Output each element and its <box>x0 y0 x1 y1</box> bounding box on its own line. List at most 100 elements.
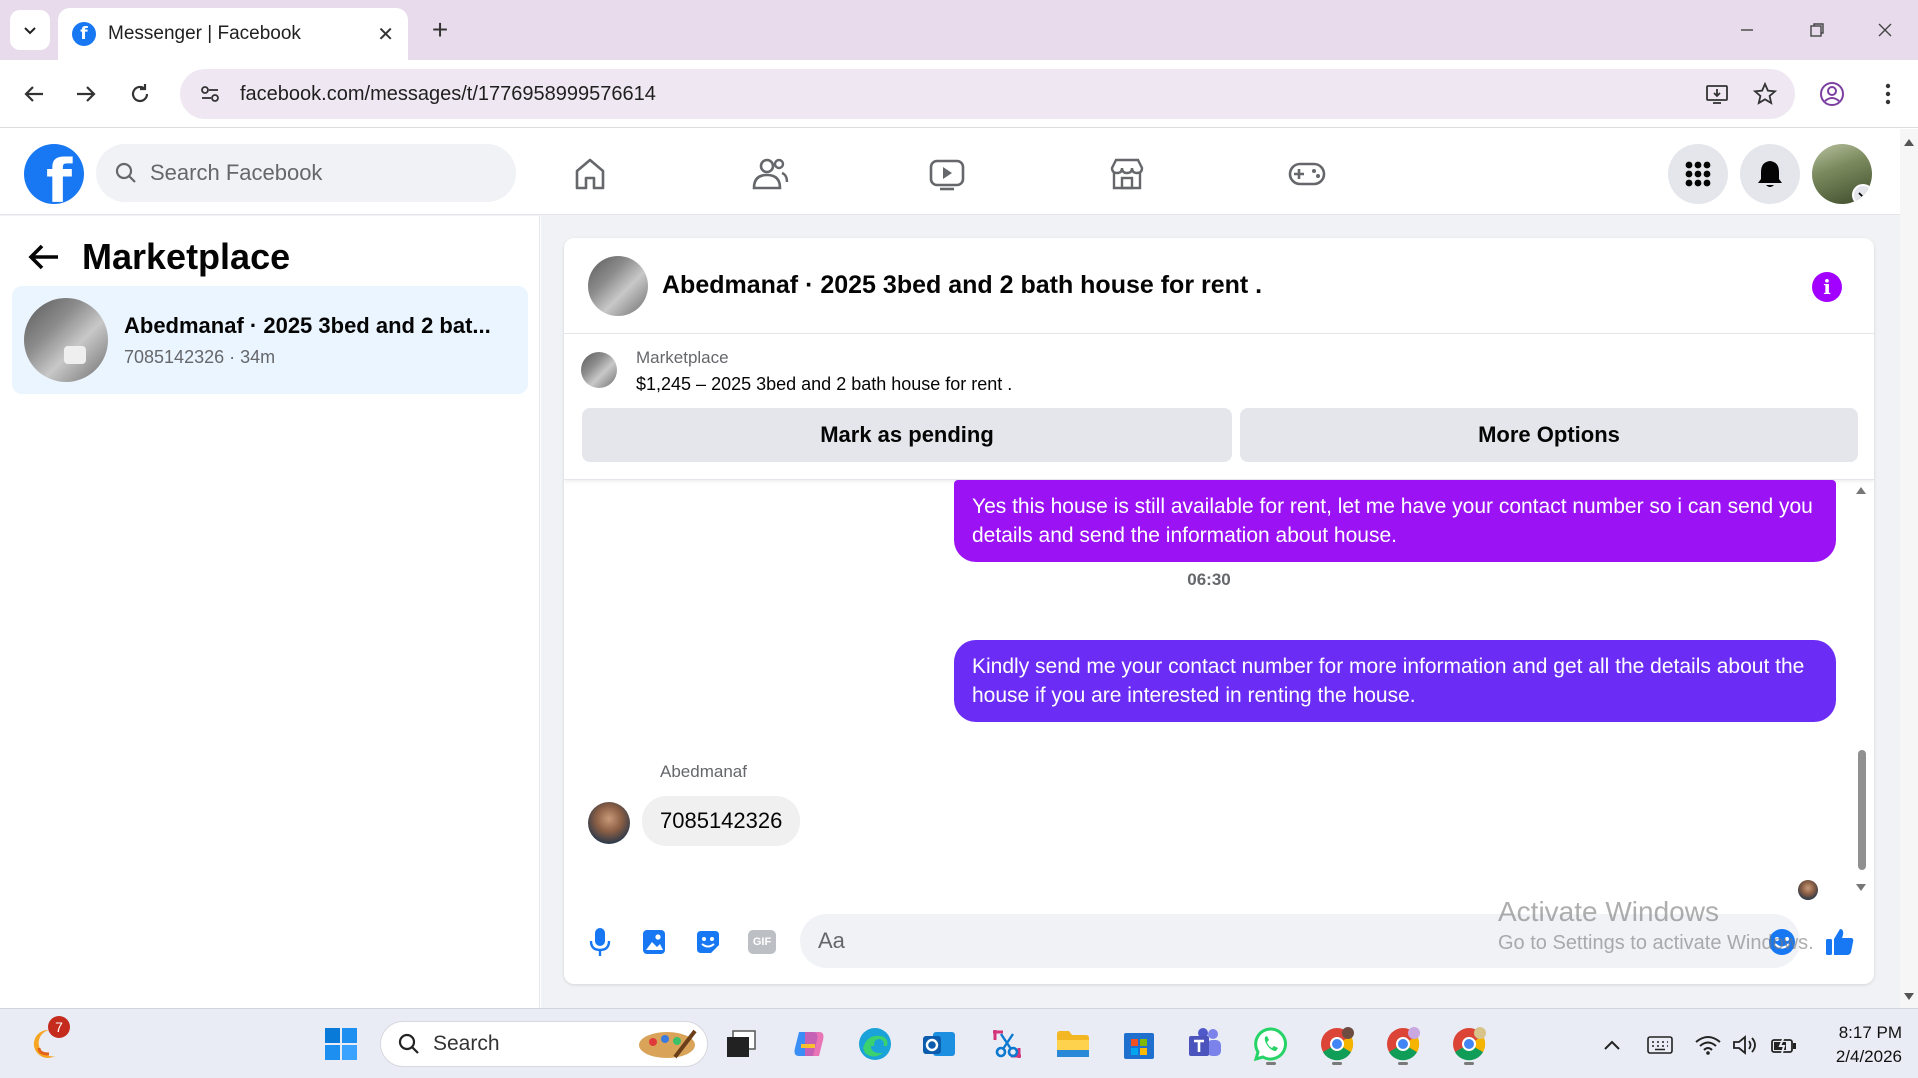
taskbar-chrome-profile-1[interactable] <box>1314 1021 1360 1067</box>
scroll-down-icon[interactable] <box>1900 990 1918 1004</box>
search-placeholder: Search Facebook <box>150 160 323 185</box>
send-like-button[interactable] <box>1822 924 1858 960</box>
new-tab-button[interactable]: + <box>422 12 458 48</box>
nav-friends[interactable] <box>735 149 805 199</box>
url-text[interactable]: facebook.com/messages/t/1776958999576614 <box>240 83 1699 106</box>
install-app-icon[interactable] <box>1699 76 1735 112</box>
more-vertical-icon <box>1885 83 1891 105</box>
taskbar-task-view[interactable] <box>718 1021 764 1067</box>
facebook-search-input[interactable]: Search Facebook <box>96 144 516 202</box>
conversation-item[interactable]: Abedmanaf · 2025 3bed and 2 bat... 70851… <box>12 286 528 394</box>
browser-toolbar: facebook.com/messages/t/1776958999576614 <box>0 60 1918 128</box>
keyboard-icon <box>1647 1036 1673 1054</box>
reload-button[interactable] <box>120 74 160 114</box>
chat-window: Abedmanaf · 2025 3bed and 2 bath house f… <box>564 238 1874 984</box>
conversation-info-icon[interactable]: i <box>1812 272 1842 302</box>
notifications-button[interactable] <box>1740 144 1800 204</box>
chrome-icon <box>1321 1027 1354 1061</box>
volume-status[interactable] <box>1732 1031 1760 1059</box>
outlook-icon <box>923 1032 955 1056</box>
attach-photo-button[interactable] <box>636 924 672 960</box>
notification-badge: 7 <box>48 1016 70 1038</box>
taskbar-whatsapp[interactable] <box>1248 1021 1294 1067</box>
browser-tab[interactable]: f Messenger | Facebook ✕ <box>58 8 408 60</box>
back-button[interactable] <box>14 74 54 114</box>
facebook-header: f Search Facebook <box>0 129 1900 215</box>
taskbar-clock[interactable]: 8:17 PM 2/4/2026 <box>1812 1021 1902 1069</box>
photo-icon <box>643 930 665 954</box>
scroll-up-icon[interactable] <box>1854 484 1868 496</box>
listing-price-line[interactable]: $1,245 – 2025 3bed and 2 bath house for … <box>636 374 1012 395</box>
chat-header: Abedmanaf · 2025 3bed and 2 bath house f… <box>564 238 1874 334</box>
profile-button[interactable] <box>1812 74 1852 114</box>
tab-title: Messenger | Facebook <box>108 23 301 44</box>
nav-marketplace[interactable] <box>1092 149 1162 199</box>
menu-button[interactable] <box>1668 144 1728 204</box>
more-options-button[interactable]: More Options <box>1240 408 1858 462</box>
incoming-message[interactable]: 7085142326 <box>642 796 801 846</box>
taskbar-edge[interactable] <box>852 1021 898 1067</box>
restore-button[interactable] <box>1792 10 1842 50</box>
taskbar-file-explorer[interactable] <box>1050 1021 1096 1067</box>
listing-card: Marketplace $1,245 – 2025 3bed and 2 bat… <box>564 334 1874 480</box>
taskbar-outlook[interactable] <box>916 1021 962 1067</box>
close-tab-icon[interactable]: ✕ <box>377 22 394 47</box>
taskbar-teams[interactable] <box>1182 1021 1228 1067</box>
voice-clip-button[interactable] <box>582 924 618 960</box>
keyboard-layout-button[interactable] <box>1646 1031 1674 1059</box>
gif-button[interactable]: GIF <box>744 924 780 960</box>
taskbar-snipping-tool[interactable] <box>984 1021 1030 1067</box>
show-hidden-icons-button[interactable] <box>1598 1031 1626 1059</box>
address-bar[interactable]: facebook.com/messages/t/1776958999576614 <box>180 69 1795 119</box>
back-arrow-icon[interactable] <box>28 243 60 271</box>
taskbar-microsoft-store[interactable] <box>1116 1021 1162 1067</box>
taskbar-copilot[interactable] <box>786 1021 832 1067</box>
minimize-icon <box>1741 29 1753 31</box>
bookmark-star-icon[interactable] <box>1747 76 1783 112</box>
search-icon <box>398 1033 419 1054</box>
sender-avatar[interactable] <box>588 802 630 844</box>
page-scrollbar[interactable] <box>1900 129 1918 1008</box>
chat-header-title[interactable]: Abedmanaf · 2025 3bed and 2 bath house f… <box>662 271 1262 300</box>
tab-search-button[interactable] <box>10 10 50 50</box>
arrow-right-icon <box>77 86 96 102</box>
battery-status[interactable] <box>1770 1031 1798 1059</box>
copilot-icon <box>794 1032 824 1056</box>
nav-home[interactable] <box>555 149 625 199</box>
mark-as-pending-button[interactable]: Mark as pending <box>582 408 1232 462</box>
chat-header-thumbnail[interactable] <box>588 255 648 316</box>
store-icon <box>1124 1033 1154 1059</box>
start-button[interactable] <box>318 1021 364 1067</box>
account-avatar[interactable] <box>1812 144 1872 204</box>
thumbs-up-icon <box>1826 929 1854 955</box>
message-scrollbar[interactable] <box>1854 480 1868 900</box>
site-info-icon[interactable] <box>192 76 228 112</box>
edge-browser-icon <box>859 1028 891 1060</box>
message-timestamp: 06:30 <box>1187 570 1231 589</box>
forward-button[interactable] <box>66 74 106 114</box>
nav-gaming[interactable] <box>1272 149 1342 199</box>
scrollbar-thumb[interactable] <box>1858 750 1866 870</box>
sticker-button[interactable] <box>690 924 726 960</box>
chrome-icon <box>1387 1027 1420 1061</box>
apps-grid-icon <box>1685 161 1711 187</box>
nav-video[interactable] <box>912 149 982 199</box>
outgoing-message[interactable]: Kindly send me your contact number for m… <box>954 640 1836 722</box>
taskbar-chrome-profile-3[interactable] <box>1446 1021 1492 1067</box>
clock-time: 8:17 PM <box>1838 1023 1902 1042</box>
conversation-subtitle: 7085142326 · 34m <box>124 346 276 367</box>
friends-icon <box>752 158 789 190</box>
outgoing-message[interactable]: Yes this house is still available for re… <box>954 480 1836 562</box>
close-window-button[interactable] <box>1860 10 1910 50</box>
facebook-logo-icon[interactable]: f <box>24 144 84 204</box>
minimize-button[interactable] <box>1722 10 1772 50</box>
browser-menu-button[interactable] <box>1868 74 1908 114</box>
running-indicator <box>1464 1062 1474 1065</box>
taskbar-search[interactable]: Search <box>380 1021 708 1067</box>
facebook-favicon-icon: f <box>72 22 96 46</box>
scroll-up-icon[interactable] <box>1900 135 1918 149</box>
marketplace-icon <box>1110 158 1144 190</box>
wifi-status[interactable] <box>1694 1031 1722 1059</box>
scroll-down-icon[interactable] <box>1854 882 1868 894</box>
taskbar-chrome-profile-2[interactable] <box>1380 1021 1426 1067</box>
